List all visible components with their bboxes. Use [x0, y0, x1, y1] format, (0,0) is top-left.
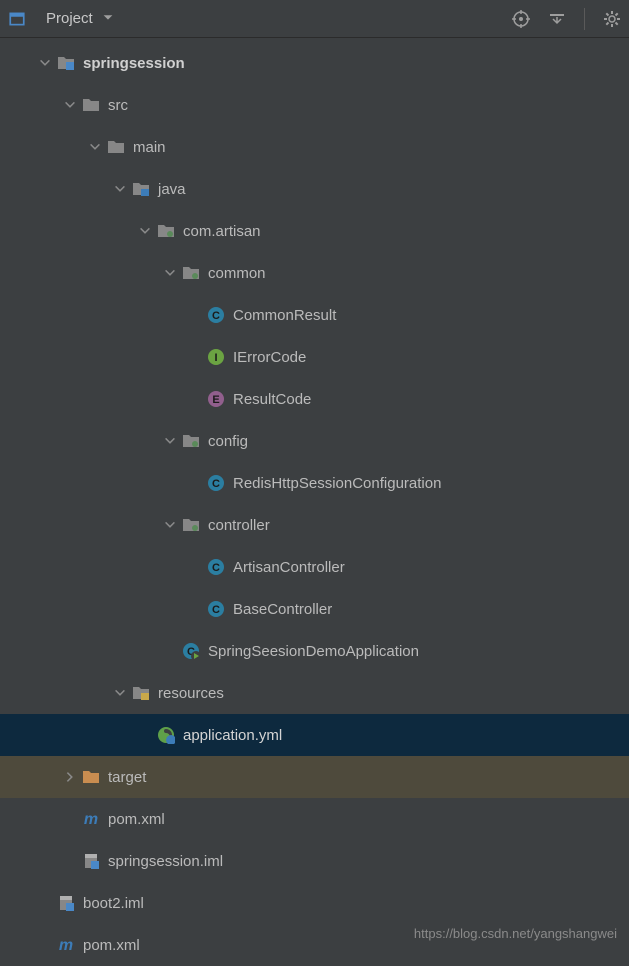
spring-yml-icon	[157, 726, 175, 744]
project-toolbar: Project	[0, 0, 629, 38]
tree-row[interactable]: controller	[0, 504, 629, 546]
chevron-down-icon[interactable]	[37, 55, 53, 71]
chevron-down-icon[interactable]	[112, 181, 128, 197]
tree-row[interactable]: RedisHttpSessionConfiguration	[0, 462, 629, 504]
tree-label: springsession	[83, 55, 185, 72]
locate-icon[interactable]	[512, 10, 530, 28]
iml-icon	[82, 852, 100, 870]
chevron-down-icon[interactable]	[112, 685, 128, 701]
tree-label: com.artisan	[183, 223, 261, 240]
maven-icon	[57, 936, 75, 954]
class-icon	[207, 600, 225, 618]
tree-label: IErrorCode	[233, 349, 306, 366]
tree-label: CommonResult	[233, 307, 336, 324]
tree-row[interactable]: config	[0, 420, 629, 462]
tree-row[interactable]: ResultCode	[0, 378, 629, 420]
class-icon	[207, 474, 225, 492]
module-icon	[57, 54, 75, 72]
tree-label: RedisHttpSessionConfiguration	[233, 475, 441, 492]
package-icon	[157, 222, 175, 240]
chevron-down-icon[interactable]	[137, 223, 153, 239]
tree-row[interactable]: springsession.iml	[0, 840, 629, 882]
folder-res-icon	[132, 684, 150, 702]
package-icon	[182, 264, 200, 282]
dropdown-icon	[101, 10, 115, 28]
class-icon	[207, 558, 225, 576]
folder-icon	[82, 96, 100, 114]
tree-row[interactable]: common	[0, 252, 629, 294]
chevron-right-icon[interactable]	[62, 769, 78, 785]
tree-row[interactable]: com.artisan	[0, 210, 629, 252]
tree-label: common	[208, 265, 266, 282]
toolbar-separator	[584, 8, 585, 30]
tree-row[interactable]: application.yml	[0, 714, 629, 756]
tree-row[interactable]: BaseController	[0, 588, 629, 630]
tree-row[interactable]: pom.xml	[0, 798, 629, 840]
tree-label: boot2.iml	[83, 895, 144, 912]
enum-icon	[207, 390, 225, 408]
watermark: https://blog.csdn.net/yangshangwei	[414, 926, 617, 941]
chevron-down-icon[interactable]	[162, 265, 178, 281]
tree-label: pom.xml	[83, 937, 140, 954]
collapse-all-icon[interactable]	[548, 10, 566, 28]
tree-row[interactable]: java	[0, 168, 629, 210]
tree-label: config	[208, 433, 248, 450]
chevron-down-icon[interactable]	[87, 139, 103, 155]
tree-label: java	[158, 181, 186, 198]
tree-row[interactable]: springsession	[0, 42, 629, 84]
tree-label: springsession.iml	[108, 853, 223, 870]
class-run-icon	[182, 642, 200, 660]
chevron-down-icon[interactable]	[162, 517, 178, 533]
tree-label: BaseController	[233, 601, 332, 618]
package-icon	[182, 432, 200, 450]
view-selector[interactable]: Project	[40, 7, 121, 31]
view-title: Project	[46, 10, 93, 27]
tree-row[interactable]: SpringSeesionDemoApplication	[0, 630, 629, 672]
gear-icon[interactable]	[603, 10, 621, 28]
tree-row[interactable]: src	[0, 84, 629, 126]
project-view-icon	[8, 10, 26, 28]
tree-row[interactable]: resources	[0, 672, 629, 714]
tree-row[interactable]: IErrorCode	[0, 336, 629, 378]
tree-row[interactable]: main	[0, 126, 629, 168]
class-icon	[207, 306, 225, 324]
tree-label: target	[108, 769, 146, 786]
tree-label: application.yml	[183, 727, 282, 744]
tree-label: main	[133, 139, 166, 156]
folder-icon	[107, 138, 125, 156]
tree-label: ArtisanController	[233, 559, 345, 576]
tree-label: src	[108, 97, 128, 114]
tree-label: pom.xml	[108, 811, 165, 828]
iml-icon	[57, 894, 75, 912]
tree-label: SpringSeesionDemoApplication	[208, 643, 419, 660]
tree-row[interactable]: boot2.iml	[0, 882, 629, 924]
tree-row[interactable]: CommonResult	[0, 294, 629, 336]
tree-label: ResultCode	[233, 391, 311, 408]
tree-label: controller	[208, 517, 270, 534]
package-icon	[182, 516, 200, 534]
interface-icon	[207, 348, 225, 366]
folder-target-icon	[82, 768, 100, 786]
tree-label: resources	[158, 685, 224, 702]
tree-row[interactable]: ArtisanController	[0, 546, 629, 588]
chevron-down-icon[interactable]	[62, 97, 78, 113]
folder-src-icon	[132, 180, 150, 198]
project-tree[interactable]: springsession src main java com.artisan commo…	[0, 38, 629, 966]
tree-row[interactable]: target	[0, 756, 629, 798]
maven-icon	[82, 810, 100, 828]
chevron-down-icon[interactable]	[162, 433, 178, 449]
